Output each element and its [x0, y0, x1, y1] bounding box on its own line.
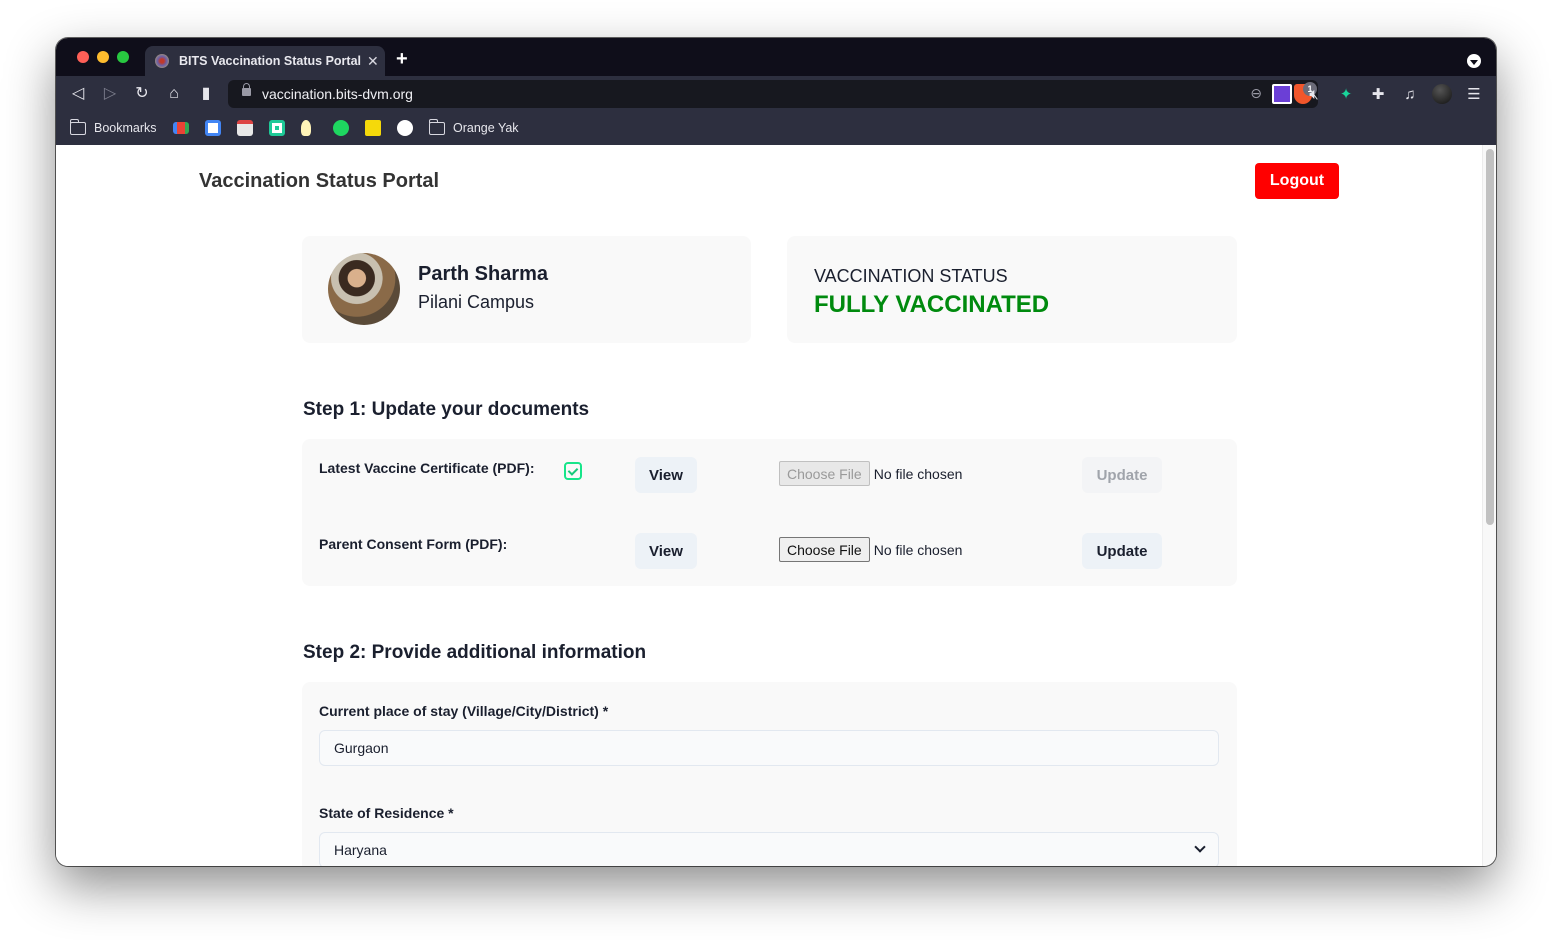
file-status: No file chosen [873, 541, 963, 558]
page-scrollbar[interactable] [1482, 145, 1496, 866]
additional-info-card: Current place of stay (Village/City/Dist… [302, 682, 1237, 866]
folder-icon [428, 118, 445, 135]
new-tab-button[interactable]: + [396, 48, 408, 71]
url-text[interactable]: vaccination.bits-dvm.org [262, 86, 413, 102]
uploaded-check-icon [564, 462, 582, 480]
place-of-stay-label: Current place of stay (Village/City/Dist… [319, 703, 609, 719]
bookmark-calendar[interactable] [205, 118, 221, 138]
vaccination-status-card: VACCINATION STATUS FULLY VACCINATED [787, 236, 1237, 343]
profile-campus: Pilani Campus [418, 292, 535, 312]
google-calendar-icon [205, 120, 221, 136]
state-select[interactable]: Haryana [319, 832, 1219, 866]
notes-icon [365, 120, 381, 136]
menu-icon[interactable]: ☰ [1464, 84, 1484, 104]
lightbulb-icon [301, 120, 311, 136]
bookmark-gmail[interactable] [173, 118, 189, 138]
view-vaccine-certificate-button[interactable]: View [635, 457, 697, 493]
bookmark-folder-orange-yak[interactable]: Orange Yak [428, 118, 519, 138]
close-window-button[interactable] [77, 51, 89, 63]
reload-icon[interactable]: ↻ [132, 84, 152, 104]
tab-title: BITS Vaccination Status Portal [179, 54, 361, 68]
choose-file-button[interactable]: Choose File [779, 461, 870, 486]
bits-logo-icon [155, 54, 169, 68]
profile-card: Parth Sharma Pilani Campus [302, 236, 751, 343]
chevron-down-icon [1194, 841, 1206, 853]
parent-consent-label: Parent Consent Form (PDF): [319, 536, 508, 552]
avatar [328, 253, 400, 325]
scrollbar-thumb[interactable] [1486, 149, 1494, 525]
bookmark-folder-bookmarks[interactable]: Bookmarks [69, 118, 157, 138]
step1-heading: Step 1: Update your documents [303, 399, 590, 420]
bookmark-spotify[interactable] [333, 118, 349, 138]
bookmark-github[interactable] [397, 118, 413, 138]
forward-icon[interactable]: ▷ [100, 84, 120, 104]
browser-window: BITS Vaccination Status Portal ✕ + ◁ ▷ ↻… [56, 38, 1496, 866]
bookmark-notes[interactable] [365, 118, 381, 138]
vaccine-certificate-label: Latest Vaccine Certificate (PDF): [319, 460, 535, 476]
logout-button[interactable]: Logout [1255, 163, 1339, 199]
status-badge: FULLY VACCINATED [814, 291, 1050, 318]
vaccine-certificate-file-input[interactable]: Choose File No file chosen [779, 461, 962, 486]
profile-name: Parth Sharma [418, 263, 549, 285]
browser-tab-active[interactable]: BITS Vaccination Status Portal ✕ [145, 46, 385, 76]
page-content: Vaccination Status Portal Logout Parth S… [56, 145, 1482, 866]
step2-heading: Step 2: Provide additional information [303, 642, 647, 663]
gmail-icon [173, 122, 189, 134]
parent-consent-file-input[interactable]: Choose File No file chosen [779, 537, 962, 562]
close-tab-icon[interactable]: ✕ [367, 53, 379, 70]
minimize-window-button[interactable] [97, 51, 109, 63]
update-vaccine-certificate-button[interactable]: Update [1082, 457, 1162, 493]
update-parent-consent-button[interactable]: Update [1082, 533, 1162, 569]
extensions-puzzle-icon[interactable]: ✚ [1368, 84, 1388, 104]
bookmarks-bar: Bookmarks Orange Yak [56, 112, 1496, 145]
green-mascot-extension-icon[interactable]: ✦ [1336, 84, 1356, 104]
home-icon[interactable]: ⌂ [164, 84, 184, 104]
documents-card: Latest Vaccine Certificate (PDF): View C… [302, 439, 1237, 586]
notepad-icon [237, 120, 253, 136]
zoom-out-icon[interactable]: ⊖ [1250, 85, 1262, 102]
lock-icon [242, 83, 251, 96]
address-bar[interactable]: vaccination.bits-dvm.org ⊖ 1 [228, 80, 1318, 108]
page-title: Vaccination Status Portal [199, 170, 440, 192]
bookmark-icon[interactable]: ▮ [196, 84, 216, 104]
screencast-extension-icon[interactable] [1272, 84, 1292, 104]
place-of-stay-input[interactable] [319, 730, 1219, 766]
state-label: State of Residence * [319, 805, 454, 821]
bookmark-notepad[interactable] [237, 118, 253, 138]
bookmark-label: Bookmarks [94, 121, 157, 135]
bookmark-lightbulb[interactable] [301, 118, 311, 138]
bookmark-wallet[interactable] [269, 118, 285, 138]
media-queue-icon[interactable]: ♫ [1400, 84, 1420, 104]
maximize-window-button[interactable] [117, 51, 129, 63]
choose-file-button[interactable]: Choose File [779, 537, 870, 562]
file-status: No file chosen [873, 465, 963, 482]
wallet-icon [269, 120, 285, 136]
browser-toolbar: ◁ ▷ ↻ ⌂ ▮ vaccination.bits-dvm.org ⊖ 1 🔇… [56, 76, 1496, 112]
folder-icon [69, 118, 86, 135]
back-icon[interactable]: ◁ [68, 84, 88, 104]
view-parent-consent-button[interactable]: View [635, 533, 697, 569]
tab-list-dropdown-icon[interactable] [1467, 54, 1481, 68]
tab-strip: BITS Vaccination Status Portal ✕ + [56, 38, 1496, 76]
status-label: VACCINATION STATUS [814, 266, 1008, 286]
profile-avatar-icon[interactable] [1432, 84, 1452, 104]
mute-icon[interactable]: 🔇︎ [1304, 84, 1324, 104]
bookmark-label: Orange Yak [453, 121, 519, 135]
state-selected-value: Haryana [334, 842, 387, 858]
spotify-icon [333, 120, 349, 136]
github-icon [397, 120, 413, 136]
